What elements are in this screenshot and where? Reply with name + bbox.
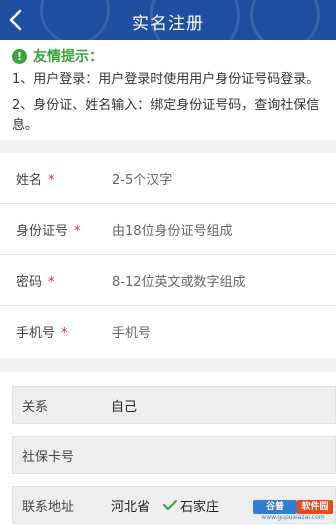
info-icon: ! — [12, 48, 27, 64]
social-card-label: 社保卡号 — [22, 449, 75, 465]
id-number-label: 身份证号 — [16, 223, 69, 239]
watermark-brand-b: 软件园 — [297, 500, 333, 514]
tip-line-id: 2、身份证、姓名输入：绑定身份证号码，查询社保信息。 — [12, 98, 320, 133]
password-label-wrap: 密码 * — [16, 271, 112, 290]
watermark-brand-a: 谷普 — [253, 500, 297, 514]
tips-heading: ! 友情提示： — [12, 46, 103, 66]
name-label: 姓名 — [16, 172, 43, 188]
name-input[interactable]: 2-5个汉字 — [112, 169, 172, 188]
required-mark: * — [48, 274, 55, 290]
password-field[interactable]: 密码 * 8-12位英文或数字组成 — [16, 255, 336, 305]
relation-field[interactable]: 关系 自己 — [12, 386, 336, 424]
tips-heading-text: 友情提示： — [33, 49, 103, 65]
tip-line-login: 1、用户登录：用户登录时使用用户身份证号码登录。 — [12, 72, 320, 87]
password-input[interactable]: 8-12位英文或数字组成 — [112, 271, 246, 290]
social-card-field[interactable]: 社保卡号 — [12, 436, 336, 474]
address-label: 联系地址 — [22, 499, 75, 515]
password-label: 密码 — [16, 274, 43, 290]
registration-form: 姓名 * 2-5个汉字 身份证号 * 由18位身份证号组成 密码 * 8-12位英文或… — [0, 153, 336, 358]
tips-panel: ! 友情提示： 1、用户登录：用户登录时使用用户身份证号码登录。 2、身份证、姓… — [0, 40, 336, 140]
check-icon — [163, 500, 178, 510]
phone-input[interactable]: 手机号 — [112, 322, 151, 341]
required-mark: * — [74, 223, 81, 239]
id-number-field[interactable]: 身份证号 * 由18位身份证号组成 — [16, 204, 336, 254]
name-field[interactable]: 姓名 * 2-5个汉字 — [16, 153, 336, 203]
relation-select[interactable]: 自己 — [111, 396, 137, 415]
phone-label-wrap: 手机号 * — [16, 322, 112, 341]
watermark-url: www.gupuxiazai.com — [261, 514, 325, 521]
phone-label: 手机号 — [16, 325, 56, 341]
relation-label: 关系 — [22, 399, 49, 415]
required-mark: * — [48, 172, 55, 188]
required-mark: * — [61, 325, 68, 341]
watermark: 谷普 软件园 www.gupuxiazai.com — [253, 500, 333, 522]
city-select[interactable]: 石家庄 — [180, 496, 219, 515]
phone-field[interactable]: 手机号 * 手机号 — [16, 306, 336, 356]
page-title: 实名注册 — [132, 14, 204, 34]
id-number-label-wrap: 身份证号 * — [16, 220, 112, 239]
app-header: 实名注册 — [0, 0, 336, 40]
id-number-input[interactable]: 由18位身份证号组成 — [112, 220, 233, 239]
province-select[interactable]: 河北省 — [111, 496, 150, 515]
name-label-wrap: 姓名 * — [16, 169, 112, 188]
